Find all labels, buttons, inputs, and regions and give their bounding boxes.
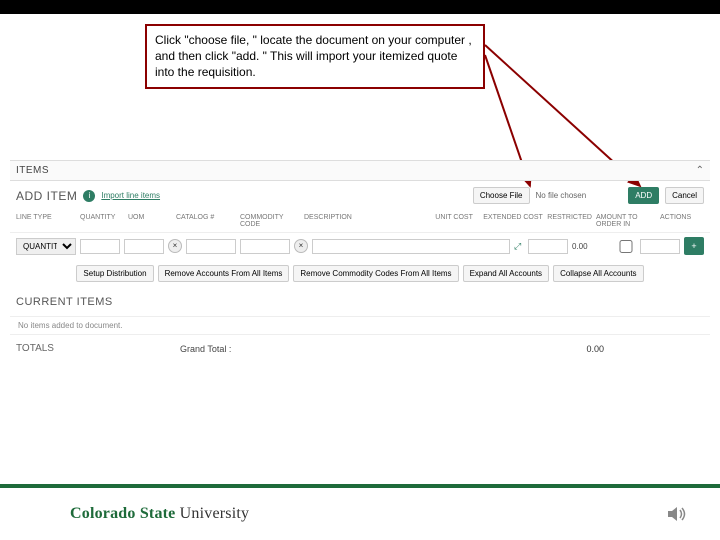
top-black-bar: [0, 0, 720, 14]
chevron-up-icon[interactable]: ⌃: [696, 165, 704, 176]
remove-commodity-button[interactable]: Remove Commodity Codes From All Items: [293, 265, 458, 282]
cancel-button[interactable]: Cancel: [665, 187, 704, 204]
no-items-message: No items added to document.: [10, 316, 710, 335]
setup-distribution-button[interactable]: Setup Distribution: [76, 265, 153, 282]
requisition-app: ITEMS ⌃ ADD ITEM i Import line items Cho…: [10, 160, 710, 362]
col-quantity: QUANTITY: [80, 214, 124, 228]
col-catalog: CATALOG #: [176, 214, 236, 228]
col-linetype: LINE TYPE: [16, 214, 76, 228]
catalog-input[interactable]: [186, 239, 236, 254]
current-items-header: CURRENT ITEMS: [10, 288, 710, 316]
items-title: ITEMS: [16, 165, 49, 176]
import-line-items-link[interactable]: Import line items: [101, 191, 160, 200]
expand-accounts-button[interactable]: Expand All Accounts: [463, 265, 550, 282]
logo-part-3: University: [180, 505, 250, 522]
unitcost-input[interactable]: [528, 239, 568, 254]
no-file-chosen: No file chosen: [536, 191, 587, 200]
col-restricted: RESTRICTED: [547, 214, 592, 228]
csu-logo: Colorado State University: [70, 505, 249, 523]
commodity-clear-icon[interactable]: ×: [294, 239, 308, 253]
info-icon[interactable]: i: [83, 190, 95, 202]
callout-text: Click "choose file, " locate the documen…: [155, 33, 472, 79]
extcost-value: 0.00: [572, 242, 612, 251]
logo-part-1: Colorado: [70, 505, 136, 522]
col-extcost: EXTENDED COST: [483, 214, 543, 228]
line-type-select[interactable]: QUANTITY: [16, 238, 76, 255]
bulk-actions-row: Setup Distribution Remove Accounts From …: [10, 259, 710, 288]
choose-file-button[interactable]: Choose File: [473, 187, 530, 204]
totals-row: TOTALS Grand Total : 0.00: [10, 335, 710, 362]
add-item-label: ADD ITEM: [16, 189, 77, 203]
speaker-icon: [664, 501, 690, 527]
col-description: DESCRIPTION: [304, 214, 431, 228]
grand-total-value: 0.00: [586, 344, 604, 354]
remove-accounts-button[interactable]: Remove Accounts From All Items: [158, 265, 290, 282]
collapse-accounts-button[interactable]: Collapse All Accounts: [553, 265, 644, 282]
quantity-input[interactable]: [80, 239, 120, 254]
add-line-icon[interactable]: +: [684, 237, 704, 255]
description-input[interactable]: [312, 239, 510, 254]
col-unitcost: UNIT COST: [435, 214, 479, 228]
col-amount: AMOUNT TO ORDER IN: [596, 214, 656, 228]
add-button[interactable]: ADD: [628, 187, 659, 204]
add-item-row: ADD ITEM i Import line items Choose File…: [10, 181, 710, 210]
logo-part-2: State: [140, 505, 176, 522]
item-input-row: QUANTITY × × ⤢ 0.00 +: [10, 233, 710, 259]
amount-order-input[interactable]: [640, 239, 680, 254]
items-section-header[interactable]: ITEMS ⌃: [10, 160, 710, 181]
uom-clear-icon[interactable]: ×: [168, 239, 182, 253]
uom-input[interactable]: [124, 239, 164, 254]
commodity-input[interactable]: [240, 239, 290, 254]
instruction-callout: Click "choose file, " locate the documen…: [145, 24, 485, 89]
column-headers: LINE TYPE QUANTITY UOM CATALOG # COMMODI…: [10, 210, 710, 233]
col-actions: ACTIONS: [660, 214, 704, 228]
grand-total-label: Grand Total :: [180, 344, 231, 354]
col-uom: UOM: [128, 214, 172, 228]
restricted-checkbox[interactable]: [616, 240, 636, 253]
slide-footer: Colorado State University: [0, 484, 720, 540]
totals-label: TOTALS: [16, 343, 54, 354]
col-commodity: COMMODITY CODE: [240, 214, 300, 228]
expand-icon[interactable]: ⤢: [514, 241, 524, 252]
